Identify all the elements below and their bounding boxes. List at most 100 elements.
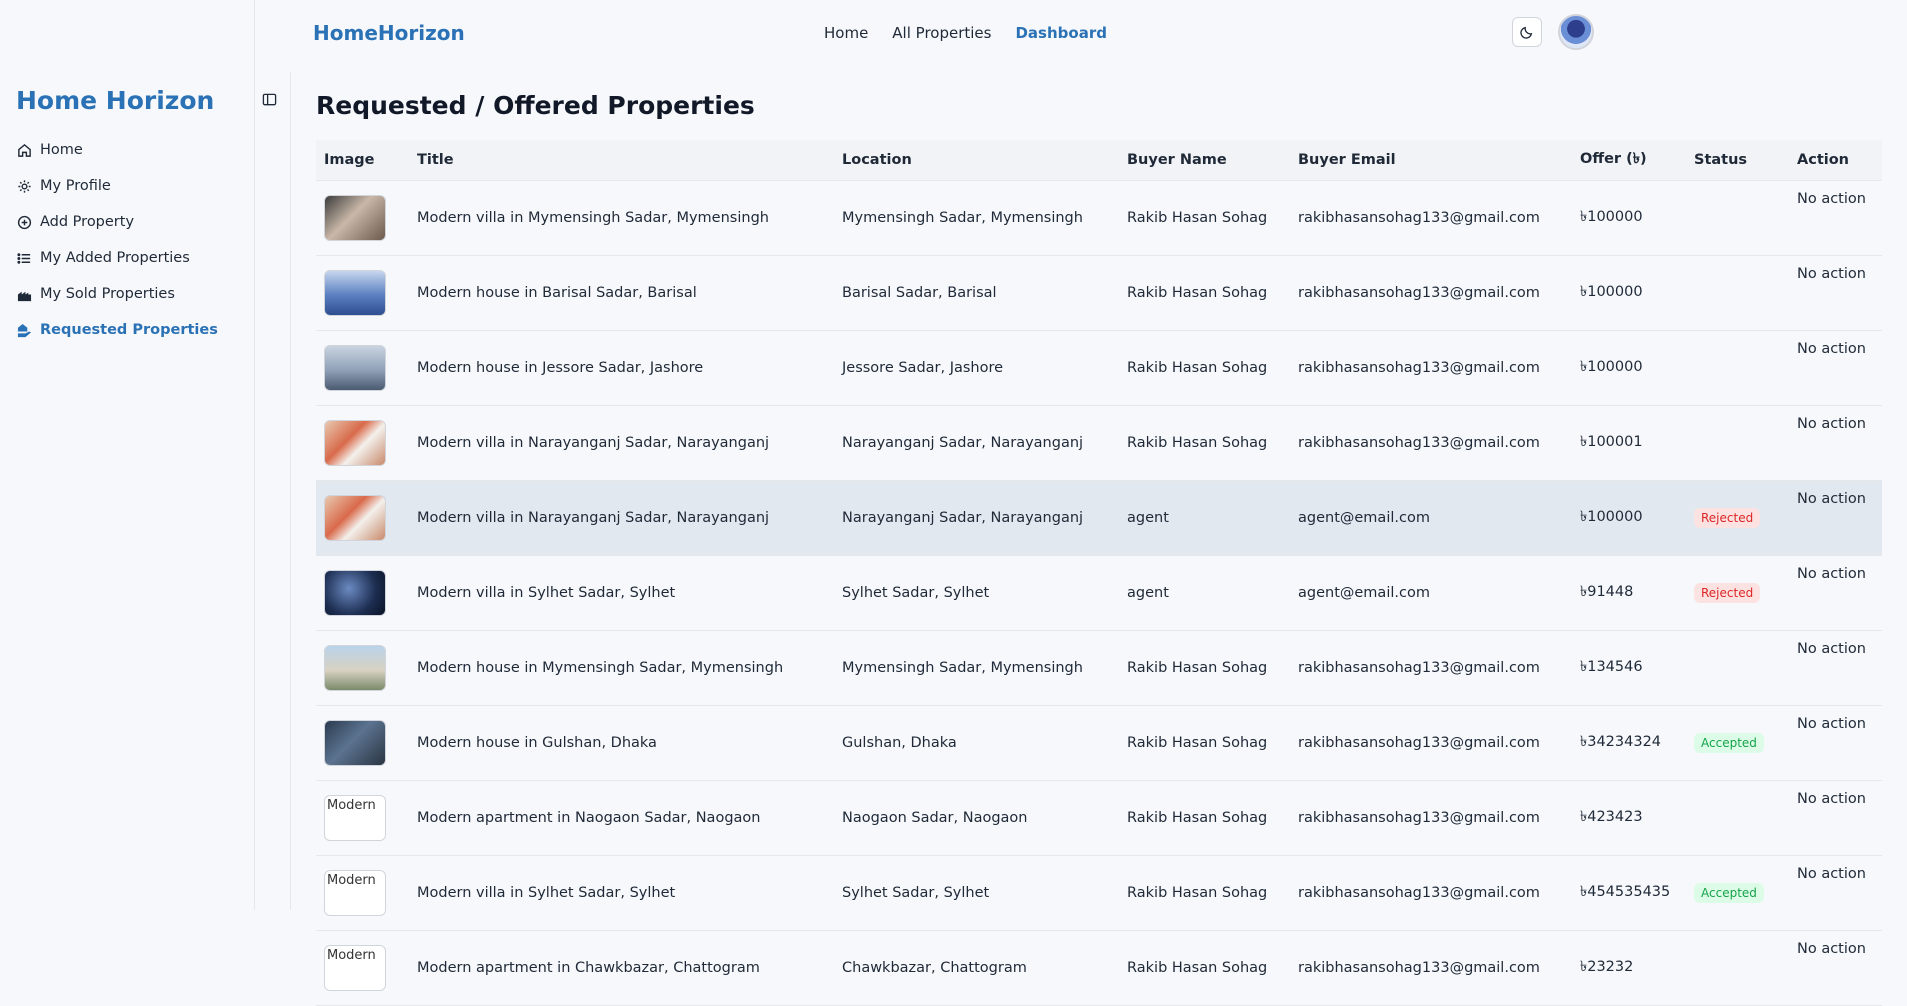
cell-buyer-name: Rakib Hasan Sohag bbox=[1119, 630, 1290, 706]
table-row: Modern house in Jessore Sadar, Jashore J… bbox=[316, 330, 1882, 406]
cell-action: No action bbox=[1789, 330, 1882, 406]
status-badge: Accepted bbox=[1694, 883, 1764, 903]
cell-title: Modern villa in Sylhet Sadar, Sylhet bbox=[409, 555, 834, 631]
cell-offer: ৳100001 bbox=[1572, 405, 1686, 481]
nav-link-home[interactable]: Home bbox=[824, 24, 868, 42]
cell-action: No action bbox=[1789, 630, 1882, 706]
cell-action: No action bbox=[1789, 255, 1882, 331]
property-thumbnail[interactable]: Modern bbox=[324, 870, 386, 916]
cell-status: Rejected bbox=[1686, 555, 1789, 631]
cell-offer: ৳100000 bbox=[1572, 255, 1686, 331]
nav-link-dashboard[interactable]: Dashboard bbox=[1015, 24, 1106, 42]
cell-location: Sylhet Sadar, Sylhet bbox=[834, 855, 1119, 931]
top-navbar: HomeHorizon Home All Properties Dashboar… bbox=[255, 0, 1907, 66]
cell-location: Naogaon Sadar, Naogaon bbox=[834, 780, 1119, 856]
navbar-brand[interactable]: HomeHorizon bbox=[313, 21, 465, 45]
sidebar-item-label: My Added Properties bbox=[40, 250, 190, 266]
cell-buyer-email: rakibhasansohag133@gmail.com bbox=[1290, 330, 1572, 406]
cell-offer: ৳100000 bbox=[1572, 480, 1686, 556]
sidebar-item-my-profile[interactable]: My Profile bbox=[16, 168, 218, 204]
sidebar-item-requested-properties[interactable]: Requested Properties bbox=[16, 312, 218, 348]
cell-title: Modern villa in Narayanganj Sadar, Naray… bbox=[409, 405, 834, 481]
cell-status bbox=[1686, 255, 1789, 331]
table-row: Modern villa in Narayanganj Sadar, Naray… bbox=[316, 480, 1882, 556]
property-thumbnail[interactable] bbox=[324, 195, 386, 241]
cell-location: Gulshan, Dhaka bbox=[834, 705, 1119, 781]
sidebar-item-label: Home bbox=[40, 142, 83, 158]
property-thumbnail[interactable] bbox=[324, 720, 386, 766]
cell-status: Accepted bbox=[1686, 705, 1789, 781]
column-header-location: Location bbox=[834, 140, 1119, 181]
cell-buyer-email: rakibhasansohag133@gmail.com bbox=[1290, 405, 1572, 481]
column-header-buyer-name: Buyer Name bbox=[1119, 140, 1290, 181]
cell-buyer-email: agent@email.com bbox=[1290, 480, 1572, 556]
cell-buyer-email: agent@email.com bbox=[1290, 555, 1572, 631]
property-thumbnail[interactable] bbox=[324, 495, 386, 541]
cell-buyer-email: rakibhasansohag133@gmail.com bbox=[1290, 255, 1572, 331]
property-thumbnail[interactable] bbox=[324, 570, 386, 616]
cell-offer: ৳23232 bbox=[1572, 930, 1686, 1006]
cell-location: Mymensingh Sadar, Mymensingh bbox=[834, 180, 1119, 256]
property-thumbnail[interactable] bbox=[324, 270, 386, 316]
cell-title: Modern house in Gulshan, Dhaka bbox=[409, 705, 834, 781]
sidebar-item-add-property[interactable]: Add Property bbox=[16, 204, 218, 240]
cell-image bbox=[316, 555, 409, 631]
property-thumbnail[interactable] bbox=[324, 645, 386, 691]
cell-action: No action bbox=[1789, 555, 1882, 631]
property-thumbnail[interactable] bbox=[324, 420, 386, 466]
main-nav: Home All Properties Dashboard bbox=[824, 24, 1107, 42]
moon-icon bbox=[1520, 26, 1533, 39]
cell-buyer-name: Rakib Hasan Sohag bbox=[1119, 855, 1290, 931]
cell-title: Modern villa in Narayanganj Sadar, Naray… bbox=[409, 480, 834, 556]
cell-status bbox=[1686, 780, 1789, 856]
column-header-buyer-email: Buyer Email bbox=[1290, 140, 1572, 181]
sidebar-item-home[interactable]: Home bbox=[16, 132, 218, 168]
cell-buyer-name: Rakib Hasan Sohag bbox=[1119, 780, 1290, 856]
table-row: Modern villa in Sylhet Sadar, Sylhet Syl… bbox=[316, 555, 1882, 631]
sidebar-item-my-sold-properties[interactable]: My Sold Properties bbox=[16, 276, 218, 312]
cell-action: No action bbox=[1789, 930, 1882, 1006]
status-badge: Accepted bbox=[1694, 733, 1764, 753]
cell-image bbox=[316, 405, 409, 481]
property-thumbnail[interactable]: Modern bbox=[324, 945, 386, 991]
sidebar-item-my-added-properties[interactable]: My Added Properties bbox=[16, 240, 218, 276]
cell-buyer-name: Rakib Hasan Sohag bbox=[1119, 180, 1290, 256]
cell-offer: ৳100000 bbox=[1572, 180, 1686, 256]
cell-buyer-name: Rakib Hasan Sohag bbox=[1119, 405, 1290, 481]
cell-offer: ৳91448 bbox=[1572, 555, 1686, 631]
cell-location: Jessore Sadar, Jashore bbox=[834, 330, 1119, 406]
status-badge: Rejected bbox=[1694, 508, 1761, 528]
cell-buyer-name: Rakib Hasan Sohag bbox=[1119, 255, 1290, 331]
property-thumbnail[interactable] bbox=[324, 345, 386, 391]
cell-buyer-email: rakibhasansohag133@gmail.com bbox=[1290, 630, 1572, 706]
table-row: Modern house in Barisal Sadar, Barisal B… bbox=[316, 255, 1882, 331]
cell-image bbox=[316, 330, 409, 406]
sidebar-toggle-icon[interactable] bbox=[262, 92, 278, 108]
cell-buyer-name: agent bbox=[1119, 555, 1290, 631]
cell-title: Modern apartment in Chawkbazar, Chattogr… bbox=[409, 930, 834, 1006]
cell-title: Modern villa in Mymensingh Sadar, Mymens… bbox=[409, 180, 834, 256]
sidebar-brand[interactable]: Home Horizon bbox=[16, 86, 214, 115]
nav-link-all-properties[interactable]: All Properties bbox=[892, 24, 991, 42]
cell-title: Modern house in Mymensingh Sadar, Mymens… bbox=[409, 630, 834, 706]
thumbnail-alt-text: Modern bbox=[327, 798, 376, 813]
cell-offer: ৳423423 bbox=[1572, 780, 1686, 856]
table-row: Modern Modern apartment in Naogaon Sadar… bbox=[316, 780, 1882, 856]
cell-offer: ৳100000 bbox=[1572, 330, 1686, 406]
cell-status bbox=[1686, 180, 1789, 256]
user-avatar[interactable] bbox=[1558, 14, 1594, 50]
theme-toggle-button[interactable] bbox=[1512, 17, 1542, 47]
cell-action: No action bbox=[1789, 480, 1882, 556]
cell-status: Accepted bbox=[1686, 855, 1789, 931]
list-icon bbox=[16, 250, 32, 266]
table-row: Modern villa in Narayanganj Sadar, Naray… bbox=[316, 405, 1882, 481]
cell-buyer-name: Rakib Hasan Sohag bbox=[1119, 930, 1290, 1006]
property-thumbnail[interactable]: Modern bbox=[324, 795, 386, 841]
cell-image bbox=[316, 705, 409, 781]
table-row: Modern Modern apartment in Chawkbazar, C… bbox=[316, 930, 1882, 1006]
cell-offer: ৳454535435 bbox=[1572, 855, 1686, 931]
cell-title: Modern house in Jessore Sadar, Jashore bbox=[409, 330, 834, 406]
cell-location: Chawkbazar, Chattogram bbox=[834, 930, 1119, 1006]
cell-image bbox=[316, 630, 409, 706]
thumbnail-alt-text: Modern bbox=[327, 948, 376, 963]
